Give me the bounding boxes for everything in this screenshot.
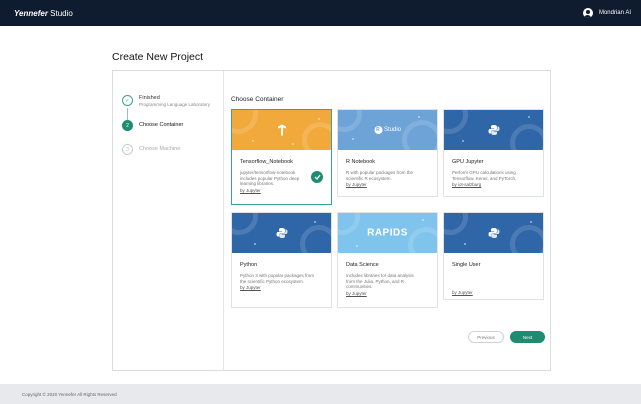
step-subtitle: Programming Language Laboratory [139,102,211,107]
wizard-panel: ✓ Finished Programming Language Laborato… [112,70,551,371]
card-name: Python [240,262,258,268]
card-name: GPU Jupyter [452,159,484,165]
page-title: Create New Project [112,51,204,63]
step-title: Choose Machine [139,146,181,152]
app-logo[interactable]: Yennefer Studio [14,9,73,18]
rapids-logo: RAPIDS [367,228,408,239]
container-card-python[interactable]: Python Python 3 with popular packages fr… [231,212,332,308]
container-card-single-user[interactable]: Single User by Jupyter [443,212,544,300]
logo-product: Studio [50,8,73,18]
container-card-r-notebook[interactable]: R Studio R Notebook R with popular packa… [337,109,438,197]
step-title: Choose Container [139,122,184,128]
step-choose-container[interactable]: 2 Choose Container [122,120,183,131]
card-author-link[interactable]: by Jupyter [346,291,429,296]
next-button[interactable]: Next [510,331,545,343]
account-circle-icon [582,8,593,18]
card-name: Data Science [346,262,379,268]
card-description: Perform GPU calculations using Tensorflo… [452,170,517,181]
step-choose-machine[interactable]: 3 Choose Machine [122,144,180,155]
copyright-text: Copyright © 2020 Yennefer All Rights Res… [22,392,117,397]
card-banner: R Studio [338,110,437,150]
card-description: Python 3 with popular packages from the … [240,273,315,284]
main-area: Create New Project ✓ Finished Programmin… [0,26,641,384]
logo-brand: Yennefer [14,8,48,18]
selected-check-icon [311,171,323,183]
step-number: 3 [122,144,133,155]
card-name: R Notebook [346,159,376,165]
card-author-link[interactable]: by Jupyter [452,290,535,295]
card-banner [444,110,543,150]
card-description: jupyter/tensorflow-notebook includes pop… [240,170,300,187]
container-card-data-science[interactable]: RAPIDS Data Science Includes libraries f… [337,212,438,308]
step-title: Finished [139,95,160,101]
step-finished[interactable]: ✓ Finished Programming Language Laborato… [122,95,210,108]
card-description: Includes libraries for data analysis fro… [346,273,414,290]
card-author-link[interactable]: by Jupyter [240,285,323,290]
python-icon [488,124,500,136]
card-banner [444,213,543,253]
card-banner [232,110,331,150]
card-body: GPU Jupyter Perform GPU calculations usi… [444,150,543,194]
wizard-steps: ✓ Finished Programming Language Laborato… [113,71,224,370]
card-author-link[interactable]: by iot-salzburg [452,182,535,187]
card-body: R Notebook R with popular packages from … [338,150,437,194]
card-description [452,273,535,289]
step-number: 2 [122,120,133,131]
card-name: Tensorflow_Notebook [240,159,293,165]
container-card-tensorflow[interactable]: Tensorflow_Notebook jupyter/tensorflow-n… [231,109,332,205]
rapids-label: RAPIDS [367,227,408,239]
section-title: Choose Container [231,96,284,103]
card-body: Data Science Includes libraries for data… [338,253,437,303]
step-connector [127,108,128,120]
card-banner: RAPIDS [338,213,437,253]
previous-button[interactable]: Previous [468,331,504,343]
card-banner [232,213,331,253]
rstudio-label: Studio [383,127,402,133]
user-name: Mondrian AI [598,10,631,16]
step-done-check-icon: ✓ [122,95,133,106]
container-card-gpu-jupyter[interactable]: GPU Jupyter Perform GPU calculations usi… [443,109,544,197]
rstudio-icon: R Studio [373,126,402,134]
card-description: R with popular packages from the scienti… [346,170,414,181]
card-body: Tensorflow_Notebook jupyter/tensorflow-n… [232,150,331,200]
card-name: Single User [452,262,481,268]
python-icon [276,227,288,239]
python-icon [488,227,500,239]
container-selection: Choose Container Tensorflow_Notebook jup… [231,71,551,370]
card-body: Python Python 3 with popular packages fr… [232,253,331,297]
user-menu[interactable]: Mondrian AI [582,8,631,18]
card-author-link[interactable]: by Jupyter [240,188,323,193]
top-bar: Yennefer Studio Mondrian AI [0,0,641,26]
card-author-link[interactable]: by Jupyter [346,182,429,187]
footer: Copyright © 2020 Yennefer All Rights Res… [0,384,641,404]
card-body: Single User by Jupyter [444,253,543,302]
tensorflow-icon [277,124,287,136]
